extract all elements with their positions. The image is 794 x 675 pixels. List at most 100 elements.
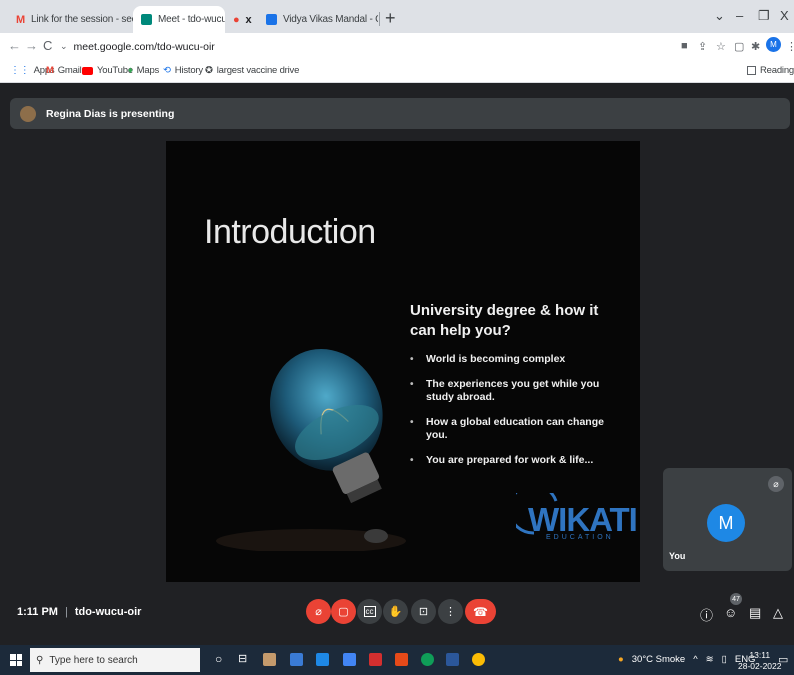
captions-button[interactable]: cc bbox=[357, 599, 382, 624]
meeting-code: tdo-wucu-oir bbox=[74, 606, 142, 618]
taskbar-clock[interactable]: 13:11 28-02-2022 bbox=[738, 650, 781, 672]
logo-subtitle: EDUCATION bbox=[546, 534, 614, 541]
bookmark-label: Maps bbox=[136, 65, 160, 76]
slide-bullet: How a global education can change you. bbox=[410, 416, 625, 442]
address-text: meet.google.com/tdo-wucu-oir bbox=[73, 40, 215, 53]
tab-strip: M Link for the session - seema.dha x Mee… bbox=[0, 0, 794, 33]
tab-calendar[interactable]: Vidya Vikas Mandal - Calendar - x bbox=[258, 6, 378, 33]
restore-button[interactable]: ❐ bbox=[758, 8, 770, 24]
mic-toggle-button[interactable]: ⌀ bbox=[306, 599, 331, 624]
slide-bullet: You are prepared for work & life... bbox=[410, 454, 625, 467]
camera-in-use-icon[interactable]: ■ bbox=[681, 40, 688, 52]
chat-icon[interactable]: ▤ bbox=[749, 605, 761, 621]
bookmark-label: largest vaccine drive bbox=[216, 65, 300, 76]
slide-title: Introduction bbox=[204, 213, 376, 251]
profile-avatar[interactable]: M bbox=[766, 37, 781, 52]
calendar-icon bbox=[266, 14, 277, 25]
weather-text[interactable]: 30°C Smoke bbox=[632, 654, 685, 665]
raise-hand-button[interactable]: ✋ bbox=[383, 599, 408, 624]
share-icon[interactable]: ⇪ bbox=[698, 40, 707, 53]
slide-bullet: The experiences you get while you study … bbox=[410, 378, 625, 404]
slide-bullet-list: World is becoming complex The experience… bbox=[410, 353, 625, 479]
taskbar-search[interactable]: ⚲ Type here to search bbox=[30, 648, 200, 672]
bookmark-label: Gmail bbox=[57, 65, 82, 76]
notification-icon[interactable]: ▭ bbox=[778, 653, 788, 666]
back-icon[interactable]: ← bbox=[8, 38, 21, 53]
forward-icon[interactable]: → bbox=[25, 38, 38, 53]
tray-chevron-icon[interactable]: ^ bbox=[693, 654, 697, 665]
word-icon[interactable] bbox=[446, 653, 459, 666]
app-office-icon[interactable] bbox=[395, 653, 408, 666]
chrome-icon[interactable] bbox=[472, 653, 485, 666]
hand-icon: ✋ bbox=[388, 606, 403, 618]
bookmark-vaccine[interactable]: ✪ largest vaccine drive bbox=[205, 65, 299, 76]
more-options-button[interactable]: ⋮ bbox=[438, 599, 463, 624]
bookmark-history[interactable]: ⟲ History bbox=[163, 65, 203, 76]
close-window-button[interactable]: X bbox=[780, 8, 789, 23]
presenting-text: Regina Dias is presenting bbox=[46, 107, 175, 120]
meet-icon bbox=[141, 14, 152, 25]
tab-search-icon[interactable]: ⌄ bbox=[714, 8, 725, 24]
meeting-time: 1:11 PM bbox=[17, 606, 58, 618]
present-button[interactable]: ⊡ bbox=[411, 599, 436, 624]
present-screen-icon: ⊡ bbox=[418, 606, 429, 618]
reading-list-label: Reading list bbox=[760, 65, 794, 76]
presentation-slide: Introduction University degree & how it … bbox=[166, 141, 640, 582]
more-vert-icon: ⋮ bbox=[445, 606, 456, 618]
bookmark-maps[interactable]: ♦ Maps bbox=[128, 65, 159, 76]
browser-toolbar: ← → C ⌄ meet.google.com/tdo-wucu-oir ■ ⇪… bbox=[0, 33, 794, 60]
puzzle-icon[interactable]: ✱ bbox=[751, 40, 760, 53]
app-m-icon[interactable] bbox=[369, 653, 382, 666]
address-bar[interactable]: ⌄ meet.google.com/tdo-wucu-oir bbox=[60, 37, 660, 56]
windows-taskbar: ⚲ Type here to search ○ ⊟ ● 30°C Smoke ^… bbox=[0, 645, 794, 675]
clock-date: 28-02-2022 bbox=[738, 661, 782, 671]
maps-pin-icon: ♦ bbox=[128, 65, 133, 76]
reading-list[interactable]: Reading list bbox=[747, 65, 794, 76]
bookmark-youtube[interactable]: YouTube bbox=[82, 65, 133, 76]
extension-icon[interactable]: ▢ bbox=[734, 40, 744, 53]
reading-list-icon bbox=[747, 66, 756, 75]
minimize-button[interactable]: – bbox=[736, 8, 743, 23]
captions-icon: cc bbox=[363, 606, 376, 617]
gmail-icon: M bbox=[16, 13, 25, 26]
tab-title: Meet - tdo-wucu-oir bbox=[158, 14, 225, 25]
site-info-icon[interactable]: ⌄ bbox=[60, 41, 68, 52]
app-store-icon[interactable] bbox=[343, 653, 356, 666]
new-tab-button[interactable]: + bbox=[385, 8, 396, 29]
bookmark-star-icon[interactable]: ☆ bbox=[716, 40, 726, 53]
activities-icon[interactable]: △ bbox=[773, 605, 783, 621]
app-photo-icon[interactable] bbox=[263, 653, 276, 666]
bookmark-icon: ✪ bbox=[205, 65, 213, 76]
tab-title: Link for the session - seema.dha bbox=[30, 14, 133, 25]
people-icon[interactable]: ☺ bbox=[724, 605, 737, 620]
wifi-icon[interactable]: ≋ bbox=[706, 654, 714, 665]
camera-toggle-button[interactable]: ▢ bbox=[331, 599, 356, 624]
bookmarks-bar: ⋮⋮ Apps M Gmail YouTube ♦ Maps ⟲ History… bbox=[0, 60, 794, 83]
cortana-icon[interactable]: ○ bbox=[215, 652, 222, 666]
reload-icon[interactable]: C bbox=[43, 38, 52, 53]
tab-separator bbox=[379, 12, 380, 26]
edge-icon[interactable] bbox=[421, 653, 434, 666]
weather-icon: ● bbox=[618, 654, 624, 665]
slide-bullet: World is becoming complex bbox=[410, 353, 625, 366]
tab-meet[interactable]: Meet - tdo-wucu-oir bbox=[133, 6, 225, 33]
menu-kebab-icon[interactable]: ⋮ bbox=[786, 40, 794, 53]
battery-icon[interactable]: ▯ bbox=[722, 654, 727, 665]
self-label: You bbox=[669, 551, 686, 561]
self-avatar: M bbox=[707, 504, 745, 542]
app-files-icon[interactable] bbox=[290, 653, 303, 666]
self-video-tile[interactable]: ⌀ M You bbox=[663, 468, 792, 571]
recording-icon: ● bbox=[233, 13, 240, 26]
task-view-icon[interactable]: ⊟ bbox=[238, 652, 247, 665]
tab-close-icon[interactable]: x bbox=[245, 14, 251, 26]
meeting-info-icon[interactable]: ⓘ bbox=[700, 605, 713, 624]
lightbulb-image bbox=[216, 349, 406, 551]
phone-hangup-icon: ☎ bbox=[473, 604, 488, 619]
tab-recording[interactable]: ● x bbox=[225, 6, 258, 33]
app-mail-icon[interactable] bbox=[316, 653, 329, 666]
bookmark-gmail[interactable]: M Gmail bbox=[46, 65, 82, 76]
windows-start-icon[interactable] bbox=[10, 654, 22, 666]
tab-gmail[interactable]: M Link for the session - seema.dha x bbox=[8, 6, 133, 33]
end-call-button[interactable]: ☎ bbox=[465, 599, 496, 624]
mic-off-icon: ⌀ bbox=[315, 606, 322, 618]
